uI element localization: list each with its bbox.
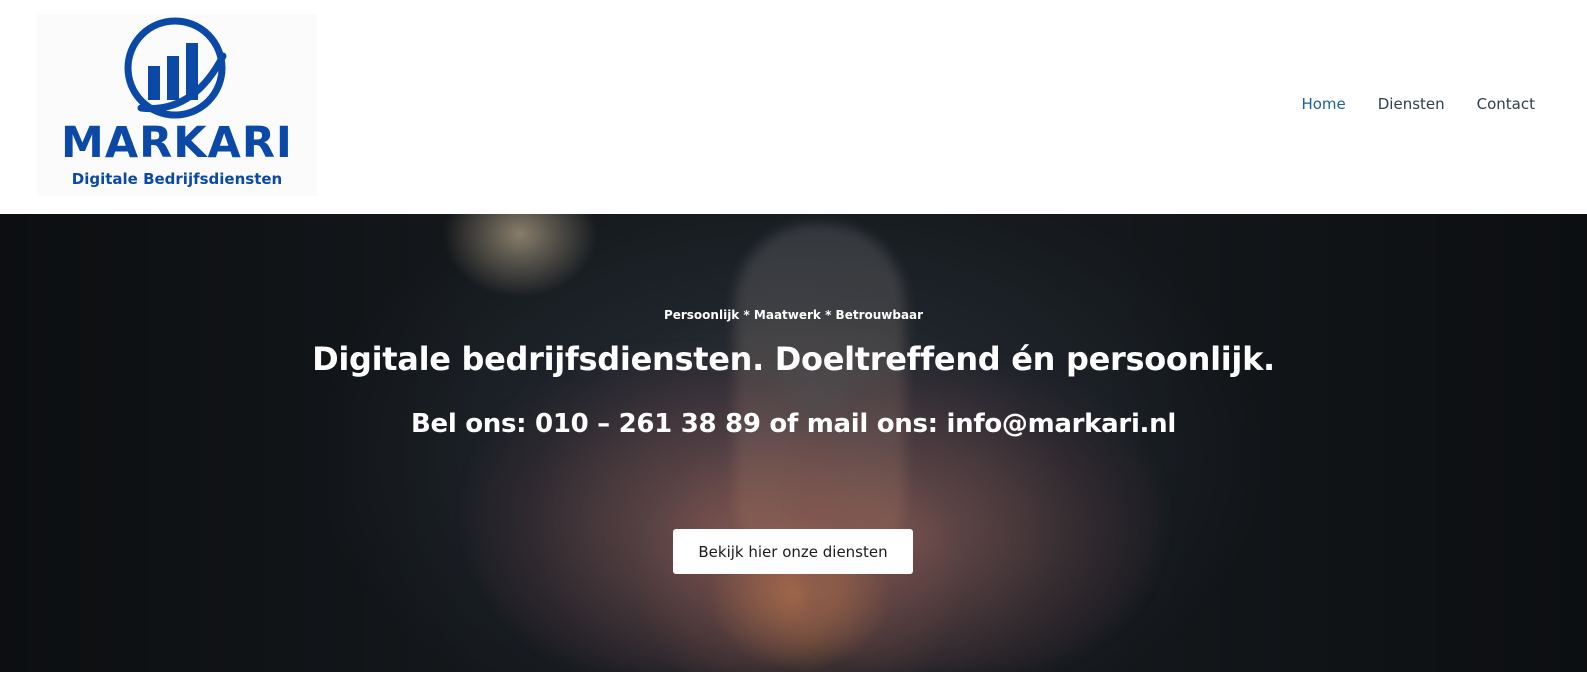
- page: MARKARI Digitale Bedrijfsdiensten Home D…: [0, 0, 1587, 684]
- brand-name: MARKARI: [61, 118, 293, 168]
- hero-section: Persoonlijk * Maatwerk * Betrouwbaar Dig…: [0, 214, 1587, 672]
- hero-kicker: Persoonlijk * Maatwerk * Betrouwbaar: [663, 308, 924, 322]
- nav-item-home[interactable]: Home: [1301, 95, 1345, 113]
- nav-item-contact[interactable]: Contact: [1477, 95, 1535, 113]
- bar-chart-circle-icon: [124, 17, 227, 119]
- hero-contact-line: Bel ons: 010 – 261 38 89 of mail ons: in…: [411, 409, 1176, 439]
- nav-item-diensten[interactable]: Diensten: [1378, 95, 1445, 113]
- hero-title: Digitale bedrijfsdiensten. Doeltreffend …: [312, 340, 1275, 378]
- markari-logo[interactable]: MARKARI Digitale Bedrijfsdiensten: [37, 14, 317, 196]
- view-services-button[interactable]: Bekijk hier onze diensten: [673, 529, 913, 574]
- site-header: MARKARI Digitale Bedrijfsdiensten Home D…: [0, 0, 1587, 214]
- hero-content: Persoonlijk * Maatwerk * Betrouwbaar Dig…: [0, 214, 1587, 672]
- brand-tagline: Digitale Bedrijfsdiensten: [71, 170, 283, 188]
- main-nav: Home Diensten Contact: [1301, 95, 1535, 113]
